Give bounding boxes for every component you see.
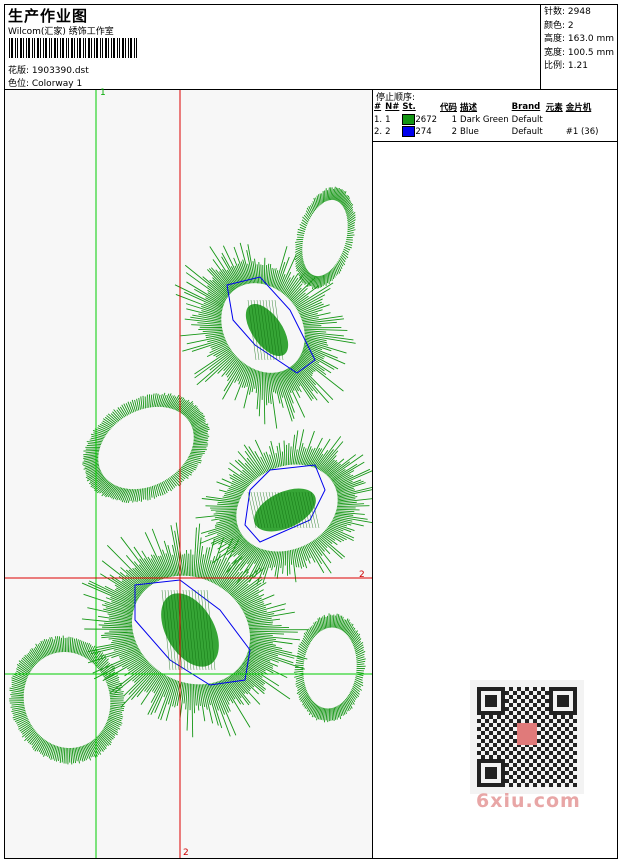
barcode	[9, 38, 137, 58]
studio-name: Wilcom(汇家) 绣饰工作室	[8, 27, 114, 37]
stop-cell-desc: Dark Green	[460, 114, 509, 125]
stop-cell-element	[546, 114, 566, 126]
stop-row[interactable]: 1. 1 2672 1 Dark Green Default	[374, 114, 601, 126]
stitch-count: 2672	[415, 115, 438, 125]
embroidery-design	[5, 90, 372, 858]
stop-table-divider	[373, 141, 618, 142]
stop-cell-num: 1.	[374, 114, 383, 125]
stop-table-header: # N# St. 代码 描述 Brand 元素 金片机	[374, 101, 601, 114]
stat-width: 宽度: 100.5 mm	[544, 47, 615, 58]
page-title: 生产作业图	[8, 7, 89, 25]
stop-header-7: 金片机	[565, 103, 592, 113]
stat-colors: 颜色: 2	[544, 20, 574, 31]
color-swatch	[402, 126, 416, 137]
header-vertical-divider	[540, 4, 541, 89]
stop-cell-element	[546, 126, 566, 138]
stop-cell-code: 2	[451, 126, 458, 137]
guide-label-red-h: 2	[359, 570, 365, 580]
stop-cell-code: 1	[451, 114, 458, 125]
stop-cell-seq	[566, 114, 602, 126]
stat-stitches: 针数: 2948	[544, 7, 591, 17]
color-swatch	[402, 114, 416, 125]
guide-label-green: 1	[100, 88, 106, 98]
stop-row[interactable]: 2. 2 274 2 Blue Default #1 (36)	[374, 126, 601, 138]
design-file: 花版: 1903390.dst	[8, 66, 89, 76]
stop-cell-stitches: 274	[402, 126, 440, 138]
stitch-count: 274	[415, 127, 432, 137]
stop-sequence-table: # N# St. 代码 描述 Brand 元素 金片机 1. 1 2672 1 Dark Green D…	[374, 101, 601, 138]
stop-header-0: #	[374, 102, 382, 112]
panel-divider	[372, 90, 373, 858]
stitch-layer	[9, 186, 372, 765]
stop-cell-desc: Blue	[460, 126, 479, 137]
stop-cell-num: 2.	[374, 126, 383, 137]
stat-height: 高度: 163.0 mm	[544, 34, 615, 44]
stop-header-2: St.	[402, 102, 416, 112]
stop-cell-needle: 1	[385, 114, 391, 125]
design-canvas[interactable]	[5, 90, 372, 858]
stop-header-5: Brand	[511, 102, 541, 112]
qr-code	[470, 680, 584, 794]
stop-cell-brand: Default	[511, 126, 543, 137]
stat-scale: 比例: 1.21	[544, 61, 588, 71]
stop-header-4: 描述	[460, 103, 478, 113]
stop-cell-seq: #1 (36)	[565, 126, 599, 137]
stop-header-1: N#	[385, 102, 400, 112]
stop-cell-stitches: 2672	[402, 114, 440, 126]
colorway: 色位: Colorway 1	[8, 79, 83, 89]
watermark: 6xiu.com	[476, 790, 581, 812]
stop-header-3: 代码	[440, 103, 458, 113]
guide-label-red-v: 2	[183, 848, 189, 858]
stop-header-6: 元素	[545, 103, 563, 113]
stop-cell-needle: 2	[385, 126, 391, 137]
design-stats: 针数: 2948 颜色: 2 高度: 163.0 mm 宽度: 100.5 mm…	[544, 6, 614, 74]
stop-cell-brand: Default	[511, 114, 543, 125]
